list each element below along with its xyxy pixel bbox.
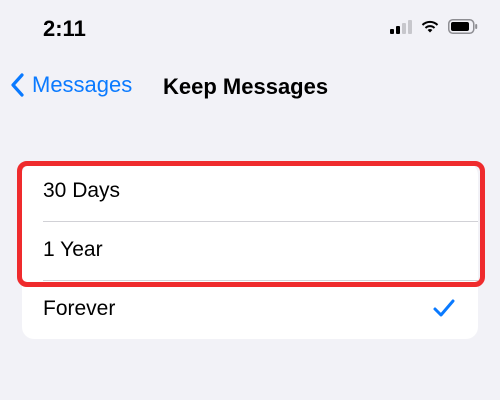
option-label: 30 Days <box>43 179 121 202</box>
option-label: 1 Year <box>43 238 103 261</box>
option-1-year[interactable]: 1 Year <box>22 222 478 280</box>
status-icons <box>390 18 478 34</box>
status-time: 2:11 <box>43 16 86 41</box>
option-30-days[interactable]: 30 Days <box>22 163 478 221</box>
navigation-bar: Messages Keep Messages <box>0 66 500 110</box>
back-button-label: Messages <box>32 72 133 97</box>
keep-messages-screen: 2:11 Messages Keep Messages 30 Days 1 Ye… <box>0 0 500 400</box>
option-forever[interactable]: Forever <box>22 281 478 339</box>
chevron-left-icon <box>11 73 24 97</box>
back-button[interactable]: Messages <box>10 72 132 98</box>
status-bar: 2:11 <box>0 0 500 60</box>
page-title: Keep Messages <box>163 74 329 99</box>
checkmark-icon <box>433 299 455 317</box>
keep-messages-options-list: 30 Days 1 Year Forever <box>22 163 478 339</box>
cellular-signal-icon <box>390 18 412 34</box>
battery-icon <box>448 18 478 34</box>
wifi-icon <box>421 20 439 32</box>
option-label: Forever <box>43 297 116 320</box>
